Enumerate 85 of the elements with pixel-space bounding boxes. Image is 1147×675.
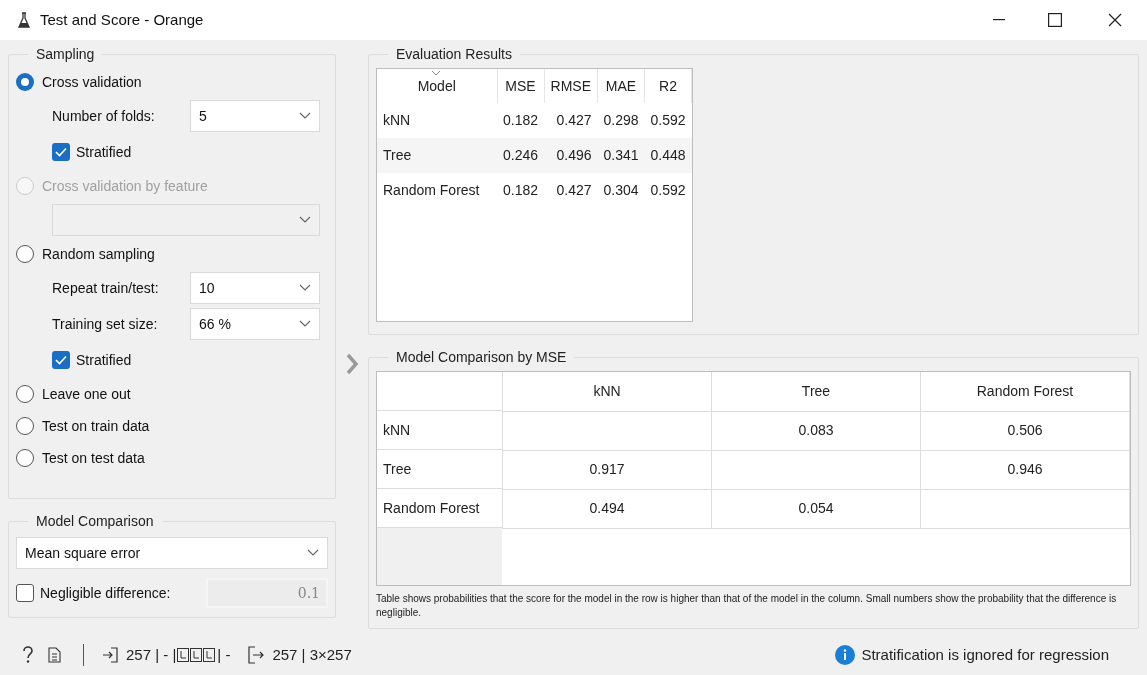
dropdown[interactable]: 5 <box>190 100 320 132</box>
document-icon[interactable] <box>48 647 61 663</box>
radio-button[interactable] <box>16 385 34 403</box>
window-title: Test and Score - Orange <box>40 9 204 30</box>
radio-button[interactable] <box>16 449 34 467</box>
table-cell: 0.592 <box>650 182 686 198</box>
radio-button[interactable] <box>16 73 34 91</box>
column-header[interactable]: Tree <box>801 382 831 399</box>
chevron-down-icon <box>307 549 319 557</box>
input-icon <box>102 647 118 663</box>
radio-label: Cross validation by feature <box>42 176 208 196</box>
table-cell: 0.182 <box>503 112 539 128</box>
table-cell: 0.427 <box>556 182 592 198</box>
checkbox-label: Negligible difference: <box>40 583 171 603</box>
dropdown[interactable]: Mean square error <box>16 537 328 569</box>
chevron-down-icon <box>299 284 311 292</box>
checkbox[interactable] <box>52 143 70 161</box>
table-cell: 0.304 <box>603 182 639 198</box>
output-summary: 257 | 3×257 <box>272 644 352 665</box>
field-label: Repeat train/test: <box>52 278 160 298</box>
dropdown[interactable]: 10 <box>190 272 320 304</box>
data-type-icon <box>203 648 216 662</box>
radio-label: Leave one out <box>42 384 131 404</box>
chevron-down-icon <box>299 112 311 120</box>
table-cell: 0.083 <box>798 422 834 438</box>
group-title: Sampling <box>36 46 95 62</box>
table-cell: 0.054 <box>798 500 834 516</box>
column-header[interactable]: MAE <box>605 77 637 94</box>
input-summary: 257 | - | <box>126 644 177 665</box>
radio-button[interactable] <box>16 245 34 263</box>
status-message: Stratification is ignored for regression <box>861 644 1109 665</box>
row-header: Random Forest <box>383 498 480 518</box>
minimize-icon <box>993 19 1005 21</box>
table-caption: Table shows probabilities that the score for the model in the row is higher than that of the model in the column. Small numbers show the probability that the difference is negligible. <box>376 592 1118 620</box>
field-label: Number of folds: <box>52 106 156 126</box>
table-cell: 0.341 <box>603 147 639 163</box>
checkbox-label: Stratified <box>76 142 132 162</box>
radio-label: Test on train data <box>42 416 150 436</box>
table-cell: 0.494 <box>589 500 625 516</box>
checkbox-label: Stratified <box>76 350 132 370</box>
dropdown[interactable]: 66 % <box>190 308 320 340</box>
flask-icon <box>18 12 30 28</box>
checkmark-icon <box>55 147 67 157</box>
input-summary-tail: | - <box>217 644 231 665</box>
data-type-icon <box>177 648 190 662</box>
radio-label: Cross validation <box>42 72 142 92</box>
table-cell: Random Forest <box>383 182 480 198</box>
column-header[interactable]: RMSE <box>550 77 591 94</box>
chevron-down-icon <box>299 216 311 224</box>
radio-label: Test on test data <box>42 448 145 468</box>
sort-indicator-icon <box>431 70 441 76</box>
row-header: kNN <box>383 420 411 440</box>
data-type-icon <box>190 648 203 662</box>
table-cell: 0.298 <box>603 112 639 128</box>
group-title: Evaluation Results <box>396 46 512 62</box>
radio-label: Random sampling <box>42 244 155 264</box>
checkmark-icon <box>55 355 67 365</box>
column-header[interactable]: MSE <box>505 77 536 94</box>
close-icon <box>1108 13 1122 27</box>
column-header[interactable]: Model <box>417 77 456 94</box>
table-cell: 0.427 <box>556 112 592 128</box>
table-cell: 0.506 <box>1007 422 1043 438</box>
table-cell: 0.246 <box>503 147 539 163</box>
field-label: Training set size: <box>52 314 159 334</box>
output-icon <box>248 646 265 664</box>
chevron-down-icon <box>299 320 311 328</box>
table-cell: Tree <box>383 147 412 163</box>
table-cell: 0.448 <box>650 147 686 163</box>
table-cell: 0.917 <box>589 461 625 477</box>
table-cell: 0.496 <box>556 147 592 163</box>
group-title: Model Comparison <box>36 513 154 529</box>
help-icon[interactable] <box>22 646 34 664</box>
table-cell: kNN <box>383 112 411 128</box>
table-cell: 0.592 <box>650 112 686 128</box>
column-header[interactable]: R2 <box>659 77 677 94</box>
checkbox[interactable] <box>52 351 70 369</box>
table-cell: 0.182 <box>503 182 539 198</box>
checkbox[interactable] <box>16 584 34 602</box>
column-header[interactable]: kNN <box>593 382 621 399</box>
info-icon <box>835 645 856 665</box>
group-title: Model Comparison by MSE <box>396 349 567 365</box>
radio-button[interactable] <box>16 417 34 435</box>
maximize-icon <box>1048 13 1062 27</box>
table-cell: 0.946 <box>1007 461 1043 477</box>
row-header: Tree <box>383 459 412 479</box>
